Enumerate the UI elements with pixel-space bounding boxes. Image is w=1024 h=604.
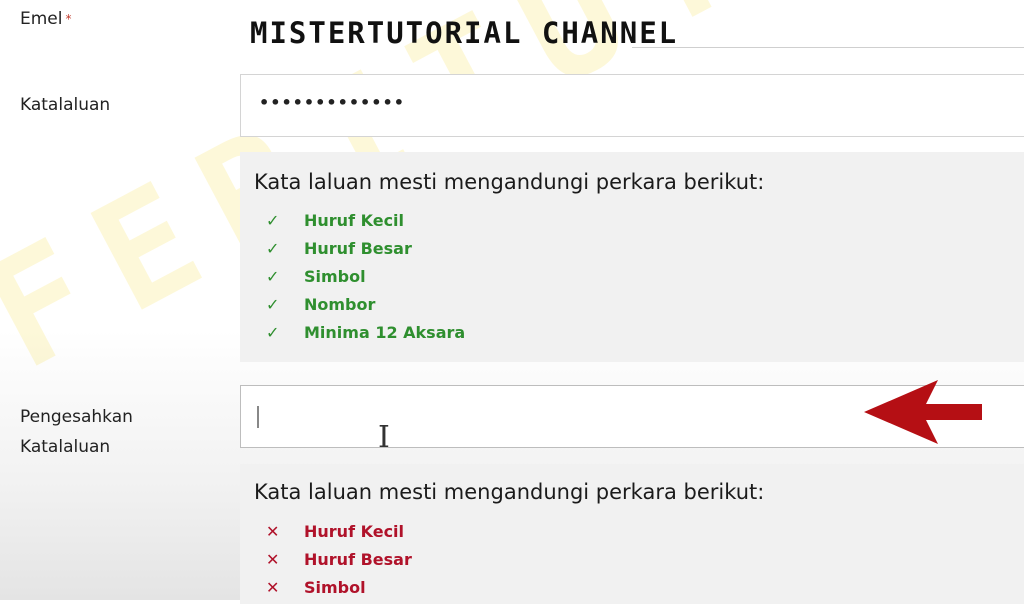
rule-item: ✕ Simbol bbox=[266, 574, 366, 602]
ibeam-cursor-icon: I bbox=[378, 420, 390, 455]
email-label: Emel * bbox=[20, 9, 72, 29]
check-icon: ✓ bbox=[266, 267, 280, 286]
rule-item: ✓ Nombor bbox=[266, 291, 375, 319]
check-icon: ✓ bbox=[266, 323, 280, 342]
rule-item: ✓ Minima 12 Aksara bbox=[266, 319, 465, 347]
rule-item: ✓ Huruf Kecil bbox=[266, 207, 404, 235]
password-rules-panel: Kata laluan mesti mengandungi perkara be… bbox=[240, 152, 1024, 362]
confirm-rules-title: Kata laluan mesti mengandungi perkara be… bbox=[254, 480, 765, 504]
channel-title: MISTERTUTORIAL CHANNEL bbox=[250, 16, 679, 50]
cross-icon: ✕ bbox=[266, 522, 280, 541]
cross-icon: ✕ bbox=[266, 578, 280, 597]
rule-item: ✓ Huruf Besar bbox=[266, 235, 412, 263]
rule-item: ✕ Huruf Kecil bbox=[266, 518, 404, 546]
required-mark: * bbox=[65, 12, 72, 26]
rule-item: ✕ Huruf Besar bbox=[266, 546, 412, 574]
confirm-label-line2: Katalaluan bbox=[20, 437, 111, 457]
check-icon: ✓ bbox=[266, 239, 280, 258]
confirm-rules-panel: Kata laluan mesti mengandungi perkara be… bbox=[240, 464, 1024, 604]
password-value: ••••••••••••• bbox=[259, 93, 405, 112]
rule-item: ✓ Simbol bbox=[266, 263, 366, 291]
email-field-underline bbox=[632, 47, 1024, 48]
red-arrow-icon bbox=[864, 380, 982, 444]
password-input[interactable]: ••••••••••••• bbox=[240, 74, 1024, 137]
password-label: Katalaluan bbox=[20, 95, 111, 115]
cross-icon: ✕ bbox=[266, 550, 280, 569]
check-icon: ✓ bbox=[266, 295, 280, 314]
confirm-label-line1: Pengesahkan bbox=[20, 407, 133, 427]
password-rules-title: Kata laluan mesti mengandungi perkara be… bbox=[254, 170, 765, 194]
text-caret bbox=[257, 406, 259, 428]
check-icon: ✓ bbox=[266, 211, 280, 230]
